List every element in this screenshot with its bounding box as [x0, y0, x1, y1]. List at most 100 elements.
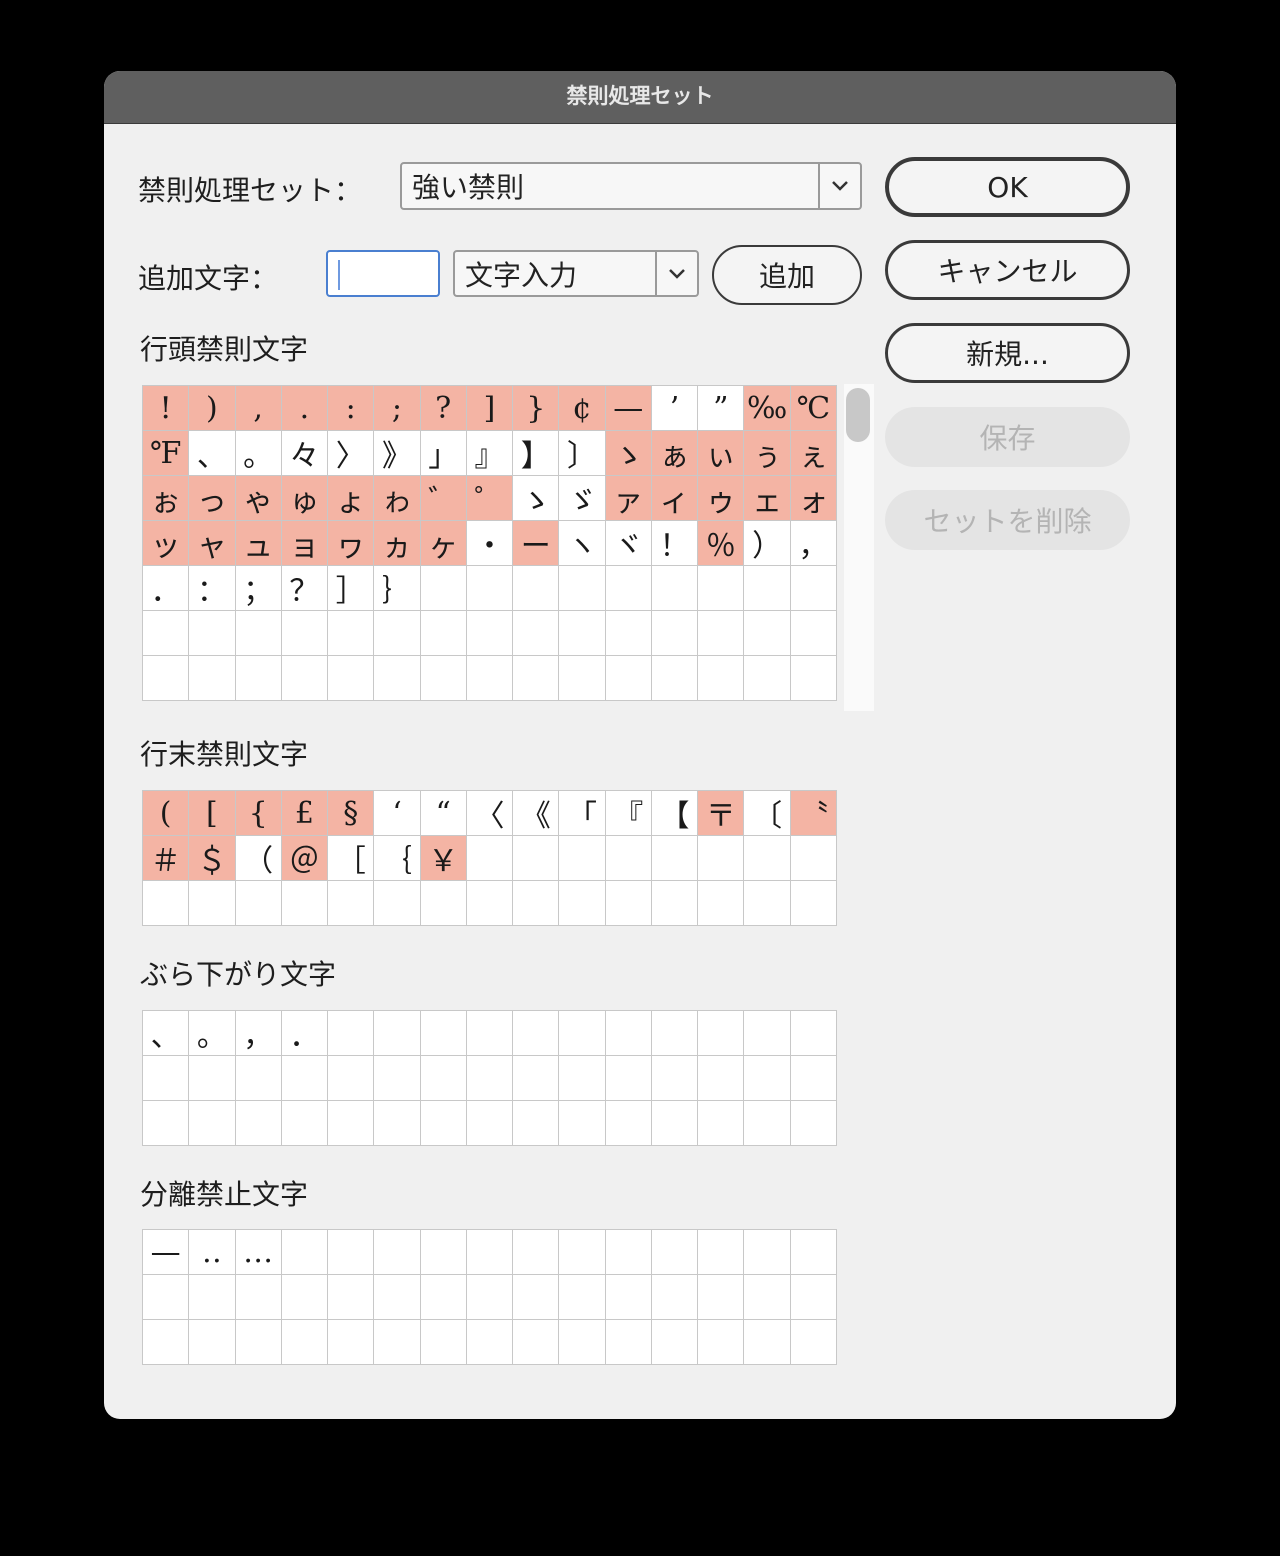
- set-select[interactable]: 強い禁則: [400, 162, 862, 210]
- char-cell[interactable]: ・: [466, 521, 514, 566]
- char-cell[interactable]: [698, 1056, 745, 1101]
- char-cell[interactable]: [559, 1230, 606, 1275]
- char-cell[interactable]: [420, 1011, 467, 1056]
- char-cell[interactable]: [235, 1101, 282, 1146]
- char-cell[interactable]: [281, 656, 329, 701]
- grid-line-end[interactable]: ([{£ § ‘“〈《「『【〒〔〝 ＃＄（＠ ［ ｛ ￥: [142, 790, 837, 926]
- char-cell[interactable]: [420, 611, 467, 656]
- char-cell[interactable]: [235, 656, 282, 701]
- char-cell[interactable]: [189, 611, 236, 656]
- char-cell[interactable]: [744, 1230, 791, 1275]
- char-cell[interactable]: [513, 1275, 560, 1320]
- char-cell[interactable]: ぇ: [790, 431, 837, 476]
- char-cell[interactable]: [374, 1056, 421, 1101]
- char-cell[interactable]: [466, 1320, 514, 1365]
- char-cell[interactable]: [698, 656, 745, 701]
- char-cell[interactable]: ’: [651, 386, 699, 431]
- char-cell[interactable]: —: [605, 386, 652, 431]
- char-cell[interactable]: [143, 881, 190, 926]
- char-cell[interactable]: [744, 1275, 791, 1320]
- char-cell[interactable]: [374, 881, 421, 926]
- char-cell[interactable]: [420, 1320, 467, 1365]
- char-cell[interactable]: 〕: [559, 431, 606, 476]
- add-char-input[interactable]: [326, 250, 440, 297]
- char-cell[interactable]: [328, 1011, 375, 1056]
- char-cell[interactable]: ℉: [143, 431, 190, 476]
- char-cell[interactable]: [513, 1056, 560, 1101]
- char-cell[interactable]: [281, 1230, 329, 1275]
- char-cell[interactable]: ゅ: [281, 476, 329, 521]
- char-cell[interactable]: [513, 1320, 560, 1365]
- char-cell[interactable]: 】: [513, 431, 560, 476]
- char-cell[interactable]: [328, 881, 375, 926]
- char-cell[interactable]: [466, 656, 514, 701]
- char-cell[interactable]: [559, 1320, 606, 1365]
- char-cell[interactable]: [651, 1056, 699, 1101]
- char-cell[interactable]: ゃ: [235, 476, 282, 521]
- char-cell[interactable]: [698, 1320, 745, 1365]
- char-cell[interactable]: [328, 1101, 375, 1146]
- char-cell[interactable]: [513, 566, 560, 611]
- char-cell[interactable]: [189, 881, 236, 926]
- char-cell[interactable]: [189, 1320, 236, 1365]
- char-cell[interactable]: [189, 1056, 236, 1101]
- char-cell[interactable]: [605, 1101, 652, 1146]
- char-cell[interactable]: [466, 1230, 514, 1275]
- char-cell[interactable]: [328, 611, 375, 656]
- char-cell[interactable]: [281, 881, 329, 926]
- char-cell[interactable]: ょ: [328, 476, 375, 521]
- char-cell[interactable]: [744, 1056, 791, 1101]
- char-cell[interactable]: [420, 1101, 467, 1146]
- char-cell[interactable]: ゜: [466, 476, 514, 521]
- char-cell[interactable]: ゎ: [374, 476, 421, 521]
- char-cell[interactable]: [513, 1101, 560, 1146]
- char-cell[interactable]: [559, 1056, 606, 1101]
- char-cell[interactable]: [651, 611, 699, 656]
- char-cell[interactable]: [651, 1101, 699, 1146]
- char-cell[interactable]: “: [420, 791, 467, 836]
- char-cell[interactable]: ；: [235, 566, 282, 611]
- char-cell[interactable]: [235, 1275, 282, 1320]
- grid-line-start[interactable]: !),.:;?]} ¢ —’” ‰ ℃ ℉、。々〉》」』】〕ゝぁぃぅぇぉっゃゅょゎ゛゜ゝゞ…: [142, 385, 837, 701]
- char-cell[interactable]: [: [189, 791, 236, 836]
- char-cell[interactable]: {: [235, 791, 282, 836]
- char-cell[interactable]: ？: [281, 566, 329, 611]
- char-cell[interactable]: [374, 611, 421, 656]
- char-cell[interactable]: [235, 1056, 282, 1101]
- scrollbar-thumb[interactable]: [846, 388, 870, 442]
- char-cell[interactable]: ＄: [189, 836, 236, 881]
- char-cell[interactable]: ぃ: [698, 431, 745, 476]
- char-cell[interactable]: [698, 881, 745, 926]
- char-cell[interactable]: !: [143, 386, 190, 431]
- char-cell[interactable]: ー: [513, 521, 560, 566]
- grid-no-break[interactable]: — ‥…: [142, 1229, 837, 1365]
- char-cell[interactable]: [281, 1056, 329, 1101]
- char-cell[interactable]: [374, 1230, 421, 1275]
- char-cell[interactable]: ：: [189, 566, 236, 611]
- char-cell[interactable]: [790, 836, 837, 881]
- char-cell[interactable]: [235, 611, 282, 656]
- char-cell[interactable]: [744, 611, 791, 656]
- char-cell[interactable]: [744, 836, 791, 881]
- char-cell[interactable]: [651, 1011, 699, 1056]
- char-cell[interactable]: ャ: [189, 521, 236, 566]
- char-cell[interactable]: [651, 656, 699, 701]
- char-cell[interactable]: ッ: [143, 521, 190, 566]
- char-cell[interactable]: [466, 836, 514, 881]
- char-cell[interactable]: [790, 566, 837, 611]
- char-cell[interactable]: [281, 1101, 329, 1146]
- char-cell[interactable]: [328, 656, 375, 701]
- char-cell[interactable]: [328, 1056, 375, 1101]
- char-cell[interactable]: ％: [698, 521, 745, 566]
- char-cell[interactable]: [790, 1230, 837, 1275]
- char-cell[interactable]: [651, 1230, 699, 1275]
- char-cell[interactable]: [235, 881, 282, 926]
- char-cell[interactable]: [420, 1275, 467, 1320]
- char-cell[interactable]: ゝ: [513, 476, 560, 521]
- char-cell[interactable]: [559, 836, 606, 881]
- char-cell[interactable]: [374, 1275, 421, 1320]
- char-cell[interactable]: [328, 1275, 375, 1320]
- char-cell[interactable]: ｝: [374, 566, 421, 611]
- char-cell[interactable]: [513, 836, 560, 881]
- char-cell[interactable]: [790, 656, 837, 701]
